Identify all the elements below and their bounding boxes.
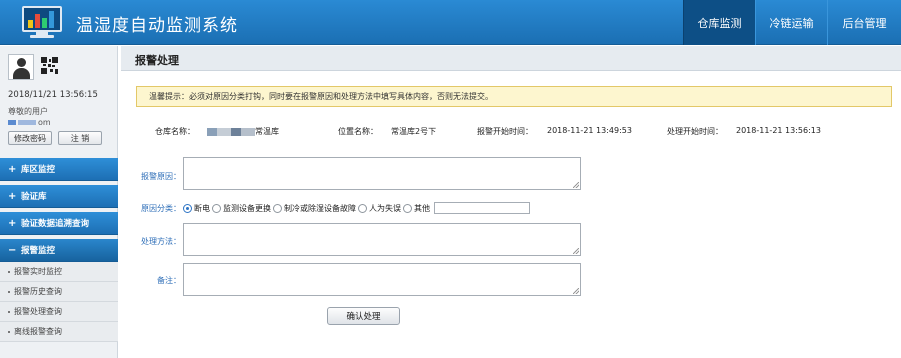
sidebar-group-label: 验证数据追溯查询 bbox=[21, 219, 90, 229]
sidebar-group-alarm-monitor[interactable]: − 报警监控 bbox=[0, 239, 118, 262]
tab-admin[interactable]: 后台管理 bbox=[827, 0, 901, 45]
user-avatar-icon[interactable] bbox=[8, 54, 34, 80]
user-greeting: 尊敬的用户 bbox=[8, 107, 48, 116]
radio-equipment-failure[interactable]: 制冷或除湿设备故障 bbox=[273, 203, 356, 214]
radio-unchecked-icon bbox=[358, 203, 367, 213]
confirm-handling-button[interactable]: 确认处理 bbox=[327, 307, 400, 325]
sidebar-group-label: 库区监控 bbox=[21, 165, 56, 175]
radio-label: 其他 bbox=[414, 203, 430, 213]
expand-icon: + bbox=[8, 190, 17, 202]
radio-label: 人为失误 bbox=[369, 203, 401, 213]
login-datetime: 2018/11/21 13:56:15 bbox=[8, 90, 98, 100]
masked-username bbox=[18, 120, 36, 125]
warning-notice: 温馨提示：必须对原因分类打钩，同时要在报警原因和处理方法中填写具体内容，否则无法… bbox=[136, 86, 892, 107]
reason-category-radios: 断电 监测设备更换 制冷或除湿设备故障 人为失误 其他 bbox=[183, 202, 530, 214]
sidebar-group-data-trace[interactable]: + 验证数据追溯查询 bbox=[0, 212, 118, 235]
sidebar-item-alarm-realtime[interactable]: 报警实时监控 bbox=[0, 262, 118, 282]
radio-human-error[interactable]: 人为失误 bbox=[358, 203, 401, 214]
radio-label: 制冷或除湿设备故障 bbox=[284, 203, 356, 213]
masked-text bbox=[217, 127, 231, 136]
radio-unchecked-icon bbox=[273, 203, 282, 213]
radio-device-replacement[interactable]: 监测设备更换 bbox=[212, 203, 271, 214]
radio-checked-icon bbox=[183, 203, 192, 213]
username-suffix: om bbox=[38, 118, 51, 127]
top-header: 温湿度自动监测系统 仓库监测 冷链运输 后台管理 bbox=[0, 0, 901, 45]
main-content: 报警处理 温馨提示：必须对原因分类打钩，同时要在报警原因和处理方法中填写具体内容… bbox=[121, 46, 901, 358]
other-reason-input[interactable] bbox=[434, 202, 530, 214]
radio-unchecked-icon bbox=[212, 203, 221, 213]
warehouse-name-suffix: 常温库 bbox=[255, 127, 279, 136]
username: om bbox=[8, 118, 51, 127]
masked-text bbox=[231, 127, 241, 136]
handling-method-textarea[interactable] bbox=[183, 223, 581, 256]
masked-text bbox=[241, 127, 255, 136]
handle-start-label: 处理开始时间： bbox=[667, 127, 723, 136]
page-title-bar: 报警处理 bbox=[121, 46, 901, 71]
reason-category-label: 原因分类： bbox=[141, 204, 181, 213]
collapse-icon: − bbox=[8, 244, 17, 256]
radio-label: 断电 bbox=[194, 203, 210, 213]
alarm-reason-label: 报警原因： bbox=[141, 172, 181, 181]
radio-unchecked-icon bbox=[403, 203, 412, 213]
sidebar-group-validation-store[interactable]: + 验证库 bbox=[0, 185, 118, 208]
location-label: 位置名称： bbox=[338, 127, 378, 136]
logout-button[interactable]: 注 销 bbox=[58, 131, 102, 145]
app-title: 温湿度自动监测系统 bbox=[76, 16, 238, 36]
warehouse-name-label: 仓库名称： bbox=[155, 127, 195, 136]
sidebar-item-label: 报警历史查询 bbox=[14, 287, 62, 296]
handle-start-value: 2018-11-21 13:56:13 bbox=[736, 126, 821, 135]
expand-icon: + bbox=[8, 217, 17, 229]
sidebar-group-label: 验证库 bbox=[21, 192, 47, 202]
warehouse-name-value: 常温库 bbox=[207, 126, 279, 137]
location-value: 常温库2号下 bbox=[391, 127, 437, 136]
radio-power-outage[interactable]: 断电 bbox=[183, 203, 210, 214]
sidebar-item-label: 报警处理查询 bbox=[14, 307, 62, 316]
radio-other[interactable]: 其他 bbox=[403, 203, 430, 214]
tab-warehouse-monitor[interactable]: 仓库监测 bbox=[683, 0, 755, 45]
sidebar-item-alarm-handling-query[interactable]: 报警处理查询 bbox=[0, 302, 118, 322]
tab-cold-chain[interactable]: 冷链运输 bbox=[755, 0, 827, 45]
masked-username bbox=[8, 120, 16, 125]
sidebar-group-label: 报警监控 bbox=[21, 246, 56, 256]
sidebar-item-label: 报警实时监控 bbox=[14, 267, 62, 276]
sidebar-item-offline-alarm[interactable]: 离线报警查询 bbox=[0, 322, 118, 342]
change-password-button[interactable]: 修改密码 bbox=[8, 131, 52, 145]
monitor-logo-icon bbox=[22, 6, 62, 38]
page-title: 报警处理 bbox=[135, 54, 179, 67]
alarm-start-value: 2018-11-21 13:49:53 bbox=[547, 126, 632, 135]
radio-label: 监测设备更换 bbox=[223, 203, 271, 213]
qr-code-icon[interactable] bbox=[41, 57, 58, 74]
sidebar-menu: + 库区监控 + 验证库 + 验证数据追溯查询 − 报警监控 报警实时监控 报警… bbox=[0, 158, 118, 342]
remark-label: 备注： bbox=[157, 276, 181, 285]
notice-text: 温馨提示：必须对原因分类打钩，同时要在报警原因和处理方法中填写具体内容，否则无法… bbox=[149, 92, 493, 101]
alarm-reason-textarea[interactable] bbox=[183, 157, 581, 190]
remark-textarea[interactable] bbox=[183, 263, 581, 296]
handling-method-label: 处理方法： bbox=[141, 237, 181, 246]
expand-icon: + bbox=[8, 163, 17, 175]
sidebar-item-alarm-history[interactable]: 报警历史查询 bbox=[0, 282, 118, 302]
sidebar: 2018/11/21 13:56:15 尊敬的用户 om 修改密码 注 销 + … bbox=[0, 46, 118, 358]
sidebar-item-label: 离线报警查询 bbox=[14, 327, 62, 336]
top-nav: 仓库监测 冷链运输 后台管理 bbox=[683, 0, 901, 45]
sidebar-group-storage-monitor[interactable]: + 库区监控 bbox=[0, 158, 118, 181]
alarm-start-label: 报警开始时间： bbox=[477, 127, 533, 136]
masked-text bbox=[207, 127, 217, 136]
